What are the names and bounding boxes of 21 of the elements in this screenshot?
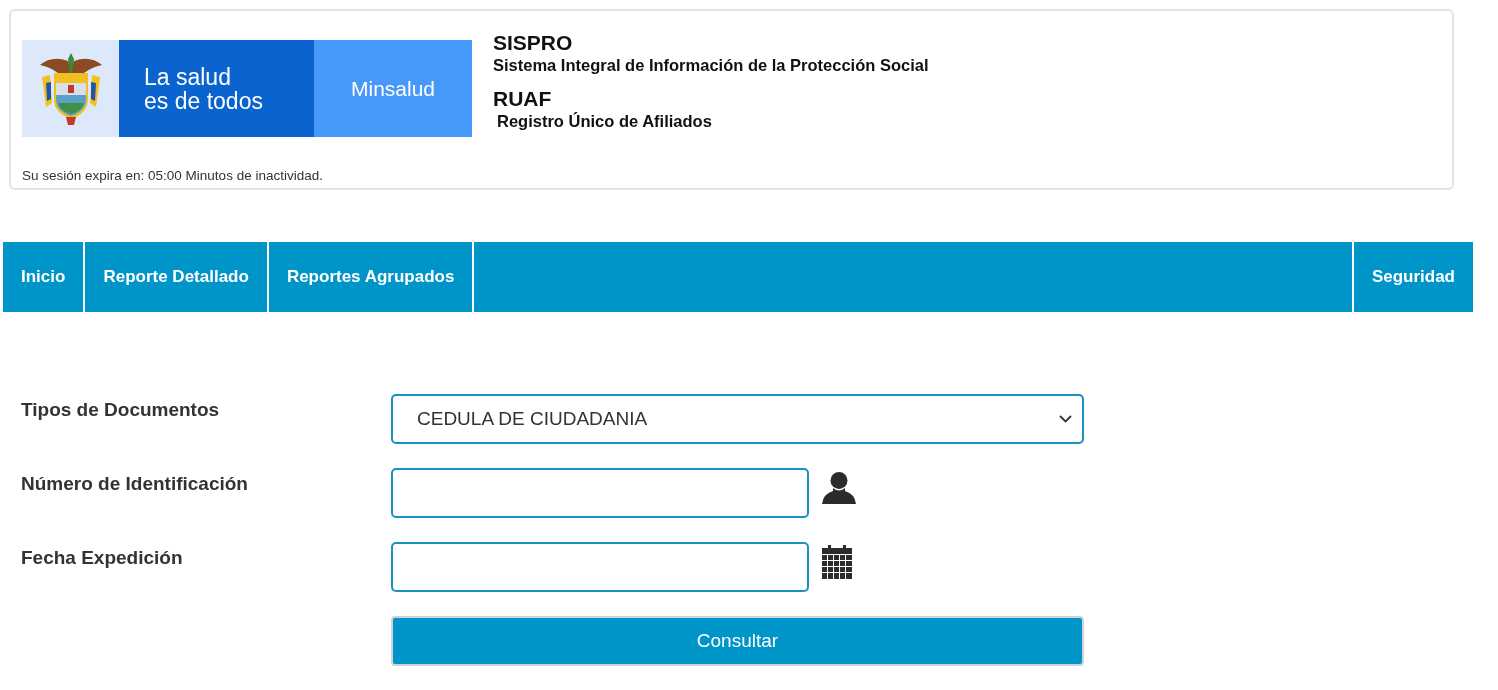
menu-link[interactable]: Seguridad bbox=[1353, 242, 1473, 312]
slogan-text: La salud es de todos bbox=[144, 64, 263, 113]
menu-link[interactable]: Reporte Detallado bbox=[85, 242, 269, 312]
text-field[interactable] bbox=[391, 468, 809, 518]
system-description: Sistema Integral de Información de la Protección Social bbox=[493, 55, 929, 75]
brand-text: Minsalud bbox=[350, 76, 435, 101]
calendar-icon bbox=[822, 545, 852, 579]
date-field[interactable] bbox=[391, 542, 809, 592]
menu-link[interactable]: Reportes Agrupados bbox=[268, 242, 475, 312]
field-label: Tipos de Documentos bbox=[21, 398, 220, 421]
document-type-select[interactable]: CEDULA DE CIUDADANIA bbox=[391, 394, 1084, 444]
system-name: SISPRO bbox=[493, 31, 574, 55]
session-notice: Su sesión expira en: 05:00 Minutos de inactividad. bbox=[22, 168, 323, 184]
menu-link[interactable]: Inicio bbox=[3, 242, 86, 312]
consult-button[interactable]: Consultar bbox=[391, 616, 1084, 666]
person-icon bbox=[822, 471, 856, 504]
field-label: Fecha Expedición bbox=[21, 546, 183, 569]
module-description: Registro Único de Afiliados bbox=[496, 111, 713, 131]
module-name: RUAF bbox=[493, 87, 553, 111]
chevron-down-icon bbox=[1059, 415, 1072, 423]
field-label: Número de Identificación bbox=[21, 472, 248, 495]
